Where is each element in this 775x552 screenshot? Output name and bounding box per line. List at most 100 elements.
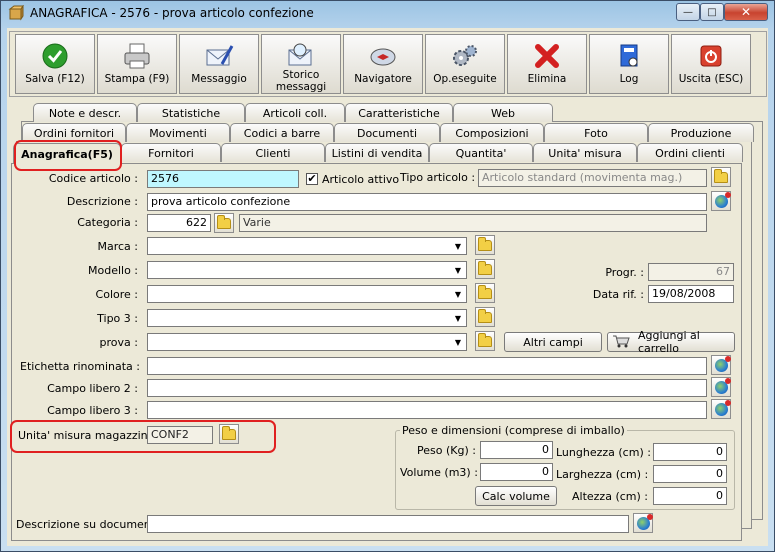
attivo-label: Articolo attivo xyxy=(322,173,400,186)
tab-movimenti[interactable]: Movimenti xyxy=(126,123,230,142)
colore-label: Colore : xyxy=(95,288,138,301)
operations-button[interactable]: Op.eseguite xyxy=(425,34,505,94)
descrizione-input[interactable]: prova articolo confezione xyxy=(147,193,707,211)
tab-fornitori-label: Fornitori xyxy=(148,146,194,160)
tipo-input[interactable]: Articolo standard (movimenta mag.) xyxy=(478,169,707,187)
close-button[interactable]: ✕ xyxy=(724,3,768,21)
exit-label: Uscita (ESC) xyxy=(678,73,744,85)
folder-icon xyxy=(714,168,728,183)
campo3-globe-button[interactable] xyxy=(711,399,731,419)
maximize-button[interactable]: □ xyxy=(700,3,724,21)
larghezza-input[interactable]: 0 xyxy=(653,465,727,483)
campo3-input[interactable] xyxy=(147,401,707,419)
lunghezza-input[interactable]: 0 xyxy=(653,443,727,461)
tab-unita-misura-label: Unita' misura xyxy=(548,146,622,160)
tab-caratteristiche-label: Caratteristiche xyxy=(358,106,440,120)
prova-folder-button[interactable] xyxy=(475,331,495,351)
tab-ordini-clienti[interactable]: Ordini clienti xyxy=(637,143,743,162)
calc-volume-button[interactable]: Calc volume xyxy=(475,486,557,506)
log-button[interactable]: Log xyxy=(589,34,669,94)
datarif-input[interactable]: 19/08/2008 xyxy=(648,285,734,303)
marca-select[interactable]: ▼ xyxy=(147,237,467,255)
descdoc-globe-button[interactable] xyxy=(633,513,653,533)
navigator-button[interactable]: Navigatore xyxy=(343,34,423,94)
volume-input[interactable]: 0 xyxy=(480,463,553,481)
prova-select[interactable]: ▼ xyxy=(147,333,467,351)
tab-note[interactable]: Note e descr. xyxy=(33,103,137,122)
descdoc-input[interactable] xyxy=(147,515,629,533)
peso-input[interactable]: 0 xyxy=(480,441,553,459)
tab-caratteristiche[interactable]: Caratteristiche xyxy=(345,103,453,122)
x-icon xyxy=(532,41,562,71)
modello-label: Modello : xyxy=(87,264,138,277)
delete-button[interactable]: Elimina xyxy=(507,34,587,94)
tab-codici-barre[interactable]: Codici a barre xyxy=(230,123,334,142)
tab-web[interactable]: Web xyxy=(453,103,553,122)
window-title: ANAGRAFICA - 2576 - prova articolo confe… xyxy=(30,6,314,20)
chevron-down-icon: ▼ xyxy=(454,313,462,323)
tipo-label: Tipo articolo : xyxy=(400,171,476,184)
tab-produzione[interactable]: Produzione xyxy=(648,123,754,142)
campo2-input[interactable] xyxy=(147,379,707,397)
tab-quantita[interactable]: Quantita' xyxy=(429,143,533,162)
etichetta-input[interactable] xyxy=(147,357,707,375)
folder-icon xyxy=(478,284,492,299)
tipo-folder-button[interactable] xyxy=(711,167,731,187)
maximize-icon: □ xyxy=(707,6,717,18)
chevron-down-icon: ▼ xyxy=(454,337,462,347)
etichetta-globe-button[interactable] xyxy=(711,355,731,375)
globe-icon xyxy=(636,513,653,530)
tab-web-label: Web xyxy=(491,106,515,120)
tipo3-label: Tipo 3 : xyxy=(97,312,138,325)
log-label: Log xyxy=(619,73,639,85)
marca-folder-button[interactable] xyxy=(475,235,495,255)
tab-listini[interactable]: Listini di vendita xyxy=(325,143,429,162)
tab-fornitori[interactable]: Fornitori xyxy=(121,143,221,162)
tab-listini-label: Listini di vendita xyxy=(331,146,423,160)
tab-ordini-clienti-label: Ordini clienti xyxy=(655,146,725,160)
tab-note-label: Note e descr. xyxy=(48,106,122,120)
delete-label: Elimina xyxy=(527,73,567,85)
colore-select[interactable]: ▼ xyxy=(147,285,467,303)
print-button[interactable]: Stampa (F9) xyxy=(97,34,177,94)
tab-composizioni[interactable]: Composizioni xyxy=(440,123,544,142)
categoria-folder-button[interactable] xyxy=(214,213,234,233)
compass-icon xyxy=(368,41,398,71)
lunghezza-label: Lunghezza (cm) : xyxy=(556,446,651,459)
altri-campi-button[interactable]: Altri campi xyxy=(504,332,602,352)
altezza-input[interactable]: 0 xyxy=(653,487,727,505)
tab-articoli-coll[interactable]: Articoli coll. xyxy=(245,103,345,122)
tipo3-folder-button[interactable] xyxy=(475,307,495,327)
tab-unita-misura[interactable]: Unita' misura xyxy=(533,143,637,162)
descrizione-globe-button[interactable] xyxy=(711,191,731,211)
campo2-globe-button[interactable] xyxy=(711,377,731,397)
codice-input[interactable]: 2576 xyxy=(147,170,299,188)
tipo3-select[interactable]: ▼ xyxy=(147,309,467,327)
peso-group-title: Peso e dimensioni (comprese di imballo) xyxy=(400,424,627,437)
progr-label: Progr. : xyxy=(605,266,644,279)
app-icon xyxy=(8,4,24,21)
message-history-button[interactable]: Storico messaggi xyxy=(261,34,341,94)
minimize-button[interactable]: — xyxy=(676,3,700,21)
save-button[interactable]: Salva (F12) xyxy=(15,34,95,94)
chevron-down-icon: ▼ xyxy=(454,289,462,299)
categoria-code-input[interactable]: 622 xyxy=(147,214,211,232)
tab-codici-barre-label: Codici a barre xyxy=(243,126,321,140)
modello-folder-button[interactable] xyxy=(475,259,495,279)
add-to-cart-button[interactable]: Aggiungi al carrello xyxy=(607,329,735,355)
modello-select[interactable]: ▼ xyxy=(147,261,467,279)
tab-articoli-coll-label: Articoli coll. xyxy=(262,106,328,120)
attivo-checkbox[interactable]: ✔ xyxy=(306,173,318,185)
tab-foto[interactable]: Foto xyxy=(544,123,648,142)
message-button[interactable]: Messaggio xyxy=(179,34,259,94)
save-label: Salva (F12) xyxy=(25,73,85,85)
title-bar[interactable]: ANAGRAFICA - 2576 - prova articolo confe… xyxy=(0,0,775,28)
colore-folder-button[interactable] xyxy=(475,283,495,303)
tab-documenti[interactable]: Documenti xyxy=(334,123,440,142)
categoria-name-input: Varie xyxy=(239,214,707,232)
exit-button[interactable]: Uscita (ESC) xyxy=(671,34,751,94)
folder-icon xyxy=(478,308,492,323)
tab-clienti[interactable]: Clienti xyxy=(221,143,325,162)
chevron-down-icon: ▼ xyxy=(454,265,462,275)
tab-statistiche[interactable]: Statistiche xyxy=(137,103,245,122)
